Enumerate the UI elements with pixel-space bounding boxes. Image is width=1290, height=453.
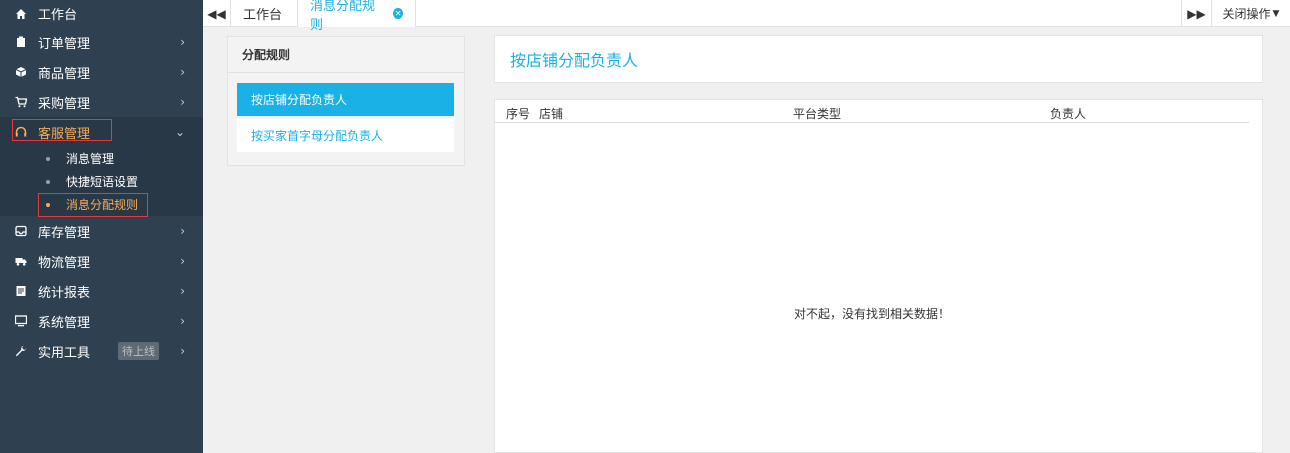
chevron-right-icon: › [180,35,185,49]
tab-label: 工作台 [243,8,283,23]
sidebar-item-reports[interactable]: 统计报表 › [0,276,203,306]
sidebar-item-label: 采购管理 [38,96,91,112]
sidebar-item-label: 客服管理 [38,126,91,142]
chevron-right-icon: › [180,344,185,358]
submenu-item-assignment-rules[interactable]: 消息分配规则 [0,193,203,217]
tab-label: 消息分配规则 [310,0,376,33]
chevron-right-icon: › [180,95,185,109]
chevron-down-icon: ⌄ [174,125,185,139]
sidebar-item-purchase[interactable]: 采购管理 › [0,87,203,117]
column-header[interactable]: 店铺 [539,105,563,122]
bullet-icon [46,202,50,207]
sidebar-item-label: 库存管理 [38,225,91,241]
empty-state-message: 对不起，没有找到相关数据！ [793,307,950,321]
sidebar-item-inventory[interactable]: 库存管理 › [0,216,203,246]
submenu-item-label: 快捷短语设置 [66,175,139,189]
inbox-icon [14,224,28,238]
submenu-item-label: 消息分配规则 [66,198,139,212]
monitor-icon [14,314,28,328]
rule-list: 按店铺分配负责人 按买家首字母分配负责人 [228,73,464,165]
sidebar-item-tools[interactable]: 实用工具 待上线 › [0,336,203,366]
submenu-item-messages[interactable]: 消息管理 [0,147,203,170]
sidebar-item-label: 订单管理 [38,36,91,52]
chevron-right-icon: › [180,65,185,79]
submenu-item-quick-phrases[interactable]: 快捷短语设置 [0,170,203,193]
rule-panel: 分配规则 按店铺分配负责人 按买家首字母分配负责人 [227,36,465,166]
tab-scroll-right-button[interactable]: ▶▶ [1181,0,1211,27]
close-icon[interactable]: ✕ [393,8,403,19]
rule-item-by-buyer-initial[interactable]: 按买家首字母分配负责人 [237,119,454,152]
wrench-icon [14,344,28,358]
column-header[interactable]: 平台类型 [793,105,841,122]
rule-panel-title: 分配规则 [228,37,464,73]
double-chevron-left-icon: ◀◀ [207,6,226,21]
sidebar-item-workbench[interactable]: 工作台 [0,0,203,27]
bullet-icon [46,179,50,184]
close-operations-label: 关闭操作 [1222,7,1271,21]
column-header[interactable]: 序号 [506,105,530,122]
caret-down-icon: ▼ [1272,8,1280,19]
tab-scroll-left-button[interactable]: ◀◀ [203,0,231,27]
sidebar-item-system[interactable]: 系统管理 › [0,306,203,336]
double-chevron-right-icon: ▶▶ [1187,6,1206,21]
submenu-item-label: 消息管理 [66,152,115,166]
rule-item-label: 按买家首字母分配负责人 [251,129,384,143]
table-header: 序号 店铺 平台类型 负责人 [495,100,1249,123]
chevron-right-icon: › [180,314,185,328]
sidebar-item-logistics[interactable]: 物流管理 › [0,246,203,276]
sidebar-item-label: 实用工具 [38,345,91,361]
tab-assignment-rules[interactable]: 消息分配规则 ✕ [298,0,416,33]
sidebar-item-label: 系统管理 [38,315,91,331]
tab-bar: ◀◀ 工作台 消息分配规则 ✕ ▶▶ 关闭操作 ▼ [203,0,1290,33]
chevron-right-icon: › [180,284,185,298]
data-table: 序号 店铺 平台类型 负责人 对不起，没有找到相关数据！ [494,99,1263,453]
clipboard-icon [14,35,28,49]
rule-item-by-shop[interactable]: 按店铺分配负责人 [237,83,454,116]
sidebar-item-service[interactable]: 客服管理 ⌄ [0,117,203,147]
close-operations-dropdown[interactable]: 关闭操作 ▼ [1211,0,1290,27]
report-icon [14,284,28,298]
cart-icon [14,95,28,109]
sidebar-item-label: 商品管理 [38,66,91,82]
home-icon [14,7,28,21]
sidebar-item-label: 统计报表 [38,285,91,301]
page-title: 按店铺分配负责人 [494,35,1263,83]
sidebar: 工作台 订单管理 › 商品管理 › 采购管理 › 客服管理 ⌄ 消息管理 快捷短… [0,0,203,453]
cube-icon [14,65,28,79]
service-submenu: 消息管理 快捷短语设置 消息分配规则 [0,147,203,217]
column-header[interactable]: 负责人 [1050,105,1086,122]
rule-item-label: 按店铺分配负责人 [251,93,348,107]
headset-icon [14,125,28,139]
chevron-right-icon: › [180,254,185,268]
bullet-icon [46,156,50,161]
status-badge: 待上线 [118,342,160,360]
tab-workbench[interactable]: 工作台 [231,0,298,27]
truck-icon [14,254,28,268]
sidebar-item-orders[interactable]: 订单管理 › [0,27,203,57]
sidebar-item-products[interactable]: 商品管理 › [0,57,203,87]
chevron-right-icon: › [180,224,185,238]
sidebar-item-label: 工作台 [38,8,78,23]
sidebar-item-label: 物流管理 [38,255,91,271]
